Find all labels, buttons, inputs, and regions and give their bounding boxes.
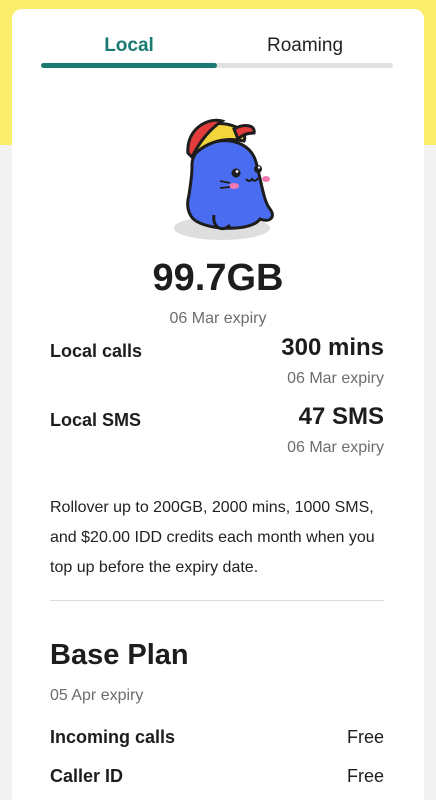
data-balance: 99.7GB xyxy=(152,257,284,299)
tab-local[interactable]: Local xyxy=(41,33,217,63)
base-plan-expiry: 05 Apr expiry xyxy=(50,687,144,704)
rollover-description: Rollover up to 200GB, 2000 mins, 1000 SM… xyxy=(50,499,375,576)
data-expiry: 06 Mar expiry xyxy=(169,310,267,327)
local-sms-label: Local SMS xyxy=(50,410,142,430)
feature-caller-id-value: Free xyxy=(346,766,384,786)
local-sms-expiry: 06 Mar expiry xyxy=(287,439,384,456)
seal-mascot-with-cap-icon xyxy=(152,107,292,252)
tab-bar: Local Roaming xyxy=(41,33,393,79)
feature-incoming-calls-value: Free xyxy=(346,727,384,747)
section-divider xyxy=(50,600,384,601)
local-calls-label: Local calls xyxy=(50,341,143,361)
feature-incoming-calls-label: Incoming calls xyxy=(50,727,176,747)
plan-card: Local Roaming 99.7GB 06 Mar expiry Local… xyxy=(12,9,424,800)
local-sms-value: 47 SMS xyxy=(298,403,384,430)
tab-roaming[interactable]: Roaming xyxy=(217,33,393,63)
local-calls-expiry: 06 Mar expiry xyxy=(287,370,384,387)
feature-caller-id-label: Caller ID xyxy=(50,766,124,786)
tab-active-indicator xyxy=(41,63,217,68)
base-plan-title: Base Plan xyxy=(50,639,189,671)
local-calls-value: 300 mins xyxy=(281,334,384,361)
